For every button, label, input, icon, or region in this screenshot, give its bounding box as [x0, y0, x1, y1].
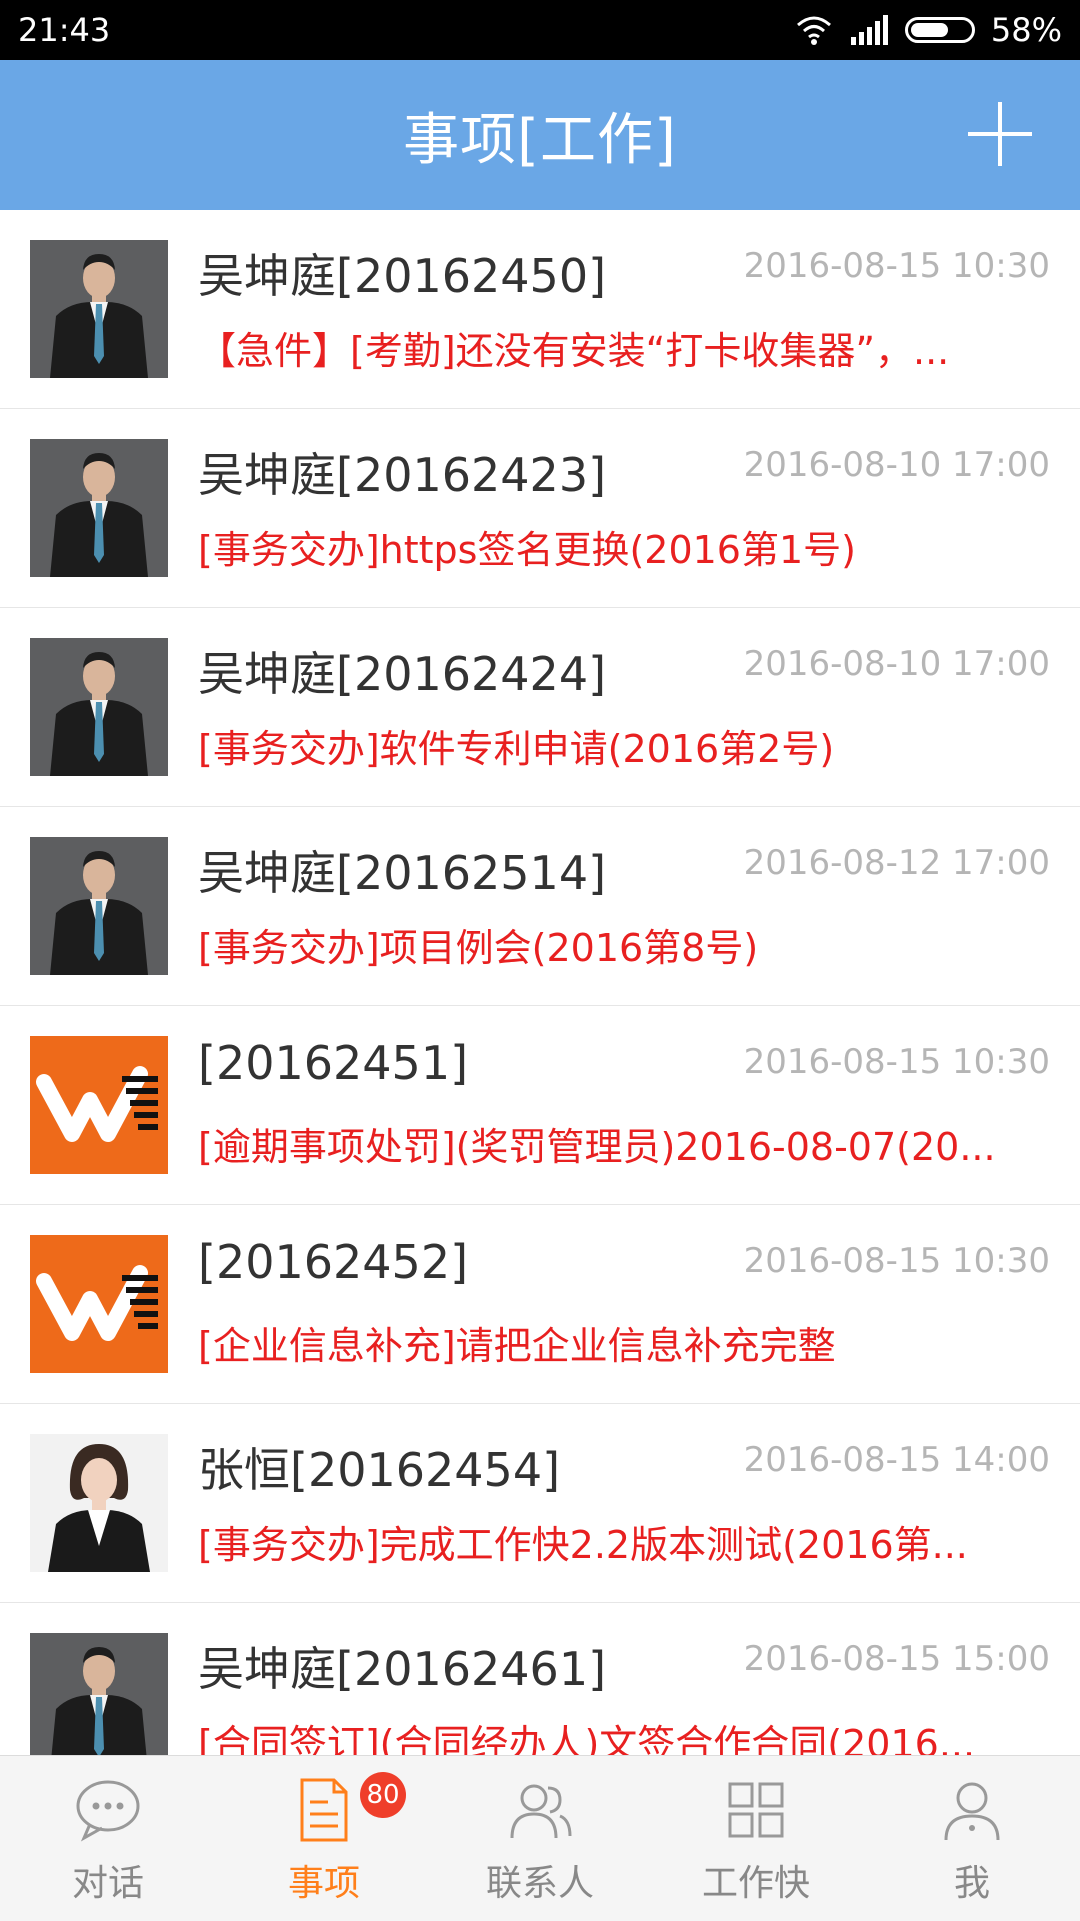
item-sender: 张恒[20162454]	[198, 1443, 561, 1497]
list-item[interactable]: 吴坤庭[20162424] 2016-08-10 17:00 [事务交办]软件专利申…	[0, 608, 1080, 807]
tab-label: 我	[953, 1863, 990, 1904]
item-sender: 吴坤庭[20162450]	[198, 249, 607, 303]
item-sender: 吴坤庭[20162424]	[198, 647, 607, 701]
company-logo-icon	[30, 1036, 168, 1174]
item-timestamp: 2016-08-12 17:00	[743, 843, 1050, 883]
item-timestamp: 2016-08-15 10:30	[743, 1241, 1050, 1281]
avatar	[30, 638, 168, 776]
avatar	[30, 1633, 168, 1755]
add-button[interactable]	[968, 102, 1032, 166]
page-title: 事项[工作]	[403, 107, 677, 173]
avatar	[30, 240, 168, 378]
list-item[interactable]: 吴坤庭[20162450] 2016-08-15 10:30 【急件】[考勤]还没有…	[0, 210, 1080, 409]
tab-contacts[interactable]: 联系人	[432, 1756, 648, 1921]
item-sender: 吴坤庭[20162461]	[198, 1642, 607, 1696]
battery-percent: 58%	[990, 11, 1062, 49]
item-timestamp: 2016-08-15 15:00	[743, 1639, 1050, 1679]
item-sender: 吴坤庭[20162514]	[198, 846, 607, 900]
list-item[interactable]: 吴坤庭[20162514] 2016-08-12 17:00 [事务交办]项目例会(…	[0, 807, 1080, 1006]
avatar-man-icon	[30, 439, 168, 577]
battery-icon	[904, 17, 975, 43]
list-item[interactable]: 张恒[20162454] 2016-08-15 14:00 [事务交办]完成工作快2…	[0, 1404, 1080, 1603]
item-summary: [事务交办]软件专利申请(2016第2号)	[198, 727, 835, 771]
contacts-icon	[510, 1784, 572, 1839]
avatar	[30, 1434, 168, 1572]
avatar	[30, 1036, 168, 1174]
avatar-man-icon	[30, 1633, 168, 1755]
list-item[interactable]: [20162451] 2016-08-15 10:30 [逾期事项处罚](奖罚管理员…	[0, 1006, 1080, 1205]
avatar-man-icon	[30, 638, 168, 776]
avatar	[30, 439, 168, 577]
item-sender: 吴坤庭[20162423]	[198, 448, 607, 502]
grid-icon	[728, 1782, 784, 1838]
app-header: 事项[工作]	[0, 60, 1080, 210]
bottom-tab-bar: 对话 80 事项 联系人 工作快 我	[0, 1755, 1080, 1921]
tab-label: 联系人	[485, 1863, 594, 1904]
avatar	[30, 1235, 168, 1373]
item-timestamp: 2016-08-15 10:30	[743, 1042, 1050, 1082]
avatar	[30, 837, 168, 975]
tab-me[interactable]: 我	[864, 1756, 1080, 1921]
tab-label: 工作快	[701, 1863, 810, 1904]
item-timestamp: 2016-08-15 10:30	[743, 246, 1050, 286]
item-summary: [企业信息补充]请把企业信息补充完整	[198, 1324, 836, 1368]
item-timestamp: 2016-08-10 17:00	[743, 445, 1050, 485]
avatar-man-icon	[30, 240, 168, 378]
item-summary: [事务交办]项目例会(2016第8号)	[198, 926, 759, 970]
chat-icon	[76, 1780, 140, 1842]
status-icons: 58%	[795, 11, 1062, 49]
tab-chat[interactable]: 对话	[0, 1756, 216, 1921]
wifi-icon	[796, 16, 831, 45]
status-bar: 21:43 58%	[0, 0, 1080, 60]
avatar-woman-icon	[30, 1434, 168, 1572]
list-item[interactable]: 吴坤庭[20162423] 2016-08-10 17:00 [事务交办]https…	[0, 409, 1080, 608]
tab-tasks[interactable]: 80 事项	[216, 1756, 432, 1921]
signal-icon	[850, 15, 888, 45]
company-logo-icon	[30, 1235, 168, 1373]
unread-badge: 80	[360, 1772, 406, 1818]
tab-label: 对话	[71, 1863, 144, 1904]
item-summary: [合同签订](合同经办人)文签合作合同(2016...	[198, 1722, 976, 1755]
list-item[interactable]: 吴坤庭[20162461] 2016-08-15 15:00 [合同签订](合同经办…	[0, 1603, 1080, 1755]
profile-icon	[944, 1782, 1000, 1841]
item-sender: [20162451]	[198, 1036, 469, 1090]
item-timestamp: 2016-08-10 17:00	[743, 644, 1050, 684]
list-item[interactable]: [20162452] 2016-08-15 10:30 [企业信息补充]请把企业信息…	[0, 1205, 1080, 1404]
item-sender: [20162452]	[198, 1235, 469, 1289]
tab-work[interactable]: 工作快	[648, 1756, 864, 1921]
item-summary: [逾期事项处罚](奖罚管理员)2016-08-07(20...	[198, 1125, 996, 1169]
tab-label: 事项	[287, 1863, 360, 1904]
status-time: 21:43	[18, 11, 111, 49]
avatar-man-icon	[30, 837, 168, 975]
item-summary: [事务交办]https签名更换(2016第1号)	[198, 528, 856, 572]
item-timestamp: 2016-08-15 14:00	[743, 1440, 1050, 1480]
item-summary: 【急件】[考勤]还没有安装“打卡收集器”，...	[198, 329, 950, 373]
task-list: 吴坤庭[20162450] 2016-08-15 10:30 【急件】[考勤]还没有…	[0, 210, 1080, 1755]
document-icon	[300, 1778, 348, 1842]
item-summary: [事务交办]完成工作快2.2版本测试(2016第...	[198, 1523, 968, 1567]
